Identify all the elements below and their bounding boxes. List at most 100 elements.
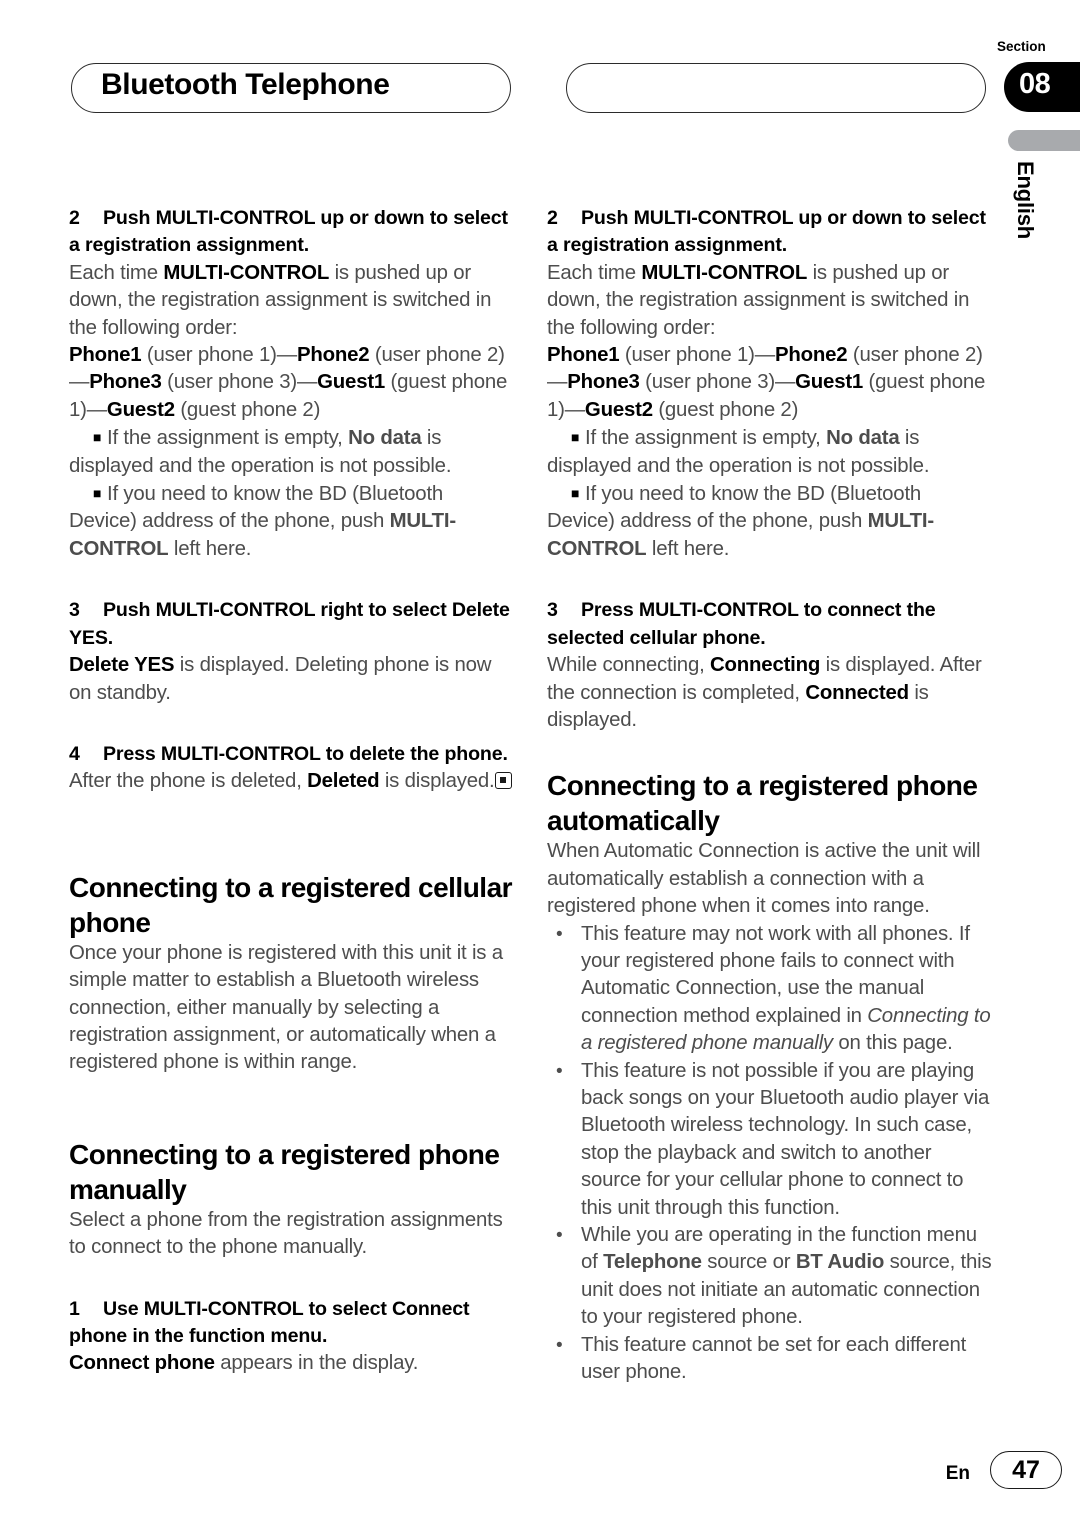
right-step-2-heading-text: Push MULTI-CONTROL up or down to select … xyxy=(547,207,986,257)
page-footer: En 47 xyxy=(0,1439,1080,1529)
section-label: Section xyxy=(997,39,1046,54)
left-order-guest2: Guest2 xyxy=(106,398,175,421)
right-step-2-body-a: Each time xyxy=(547,261,642,284)
left-step-4-heading: 4 Press MULTI-CONTROL to delete the phone… xyxy=(69,741,516,768)
page-header: Bluetooth Telephone Section 08 English xyxy=(0,0,1080,239)
round-bullet-icon: • xyxy=(556,1225,563,1246)
right-note-1-bold: No data xyxy=(826,427,900,450)
left-order-phone2: Phone2 xyxy=(296,344,370,367)
right-note-2-a: If you need to know the BD (Bluetooth De… xyxy=(547,483,922,533)
left-heading-manually: Connecting to a registered phone manuall… xyxy=(69,1138,500,1205)
left-order-phone1: Phone1 xyxy=(69,344,142,367)
square-bullet-icon: ■ xyxy=(93,485,102,502)
right-order-phone3-desc: (user phone 3)— xyxy=(639,371,796,394)
right-order-guest2-desc: (guest phone 2) xyxy=(652,398,799,421)
left-step-3-heading-text: Push MULTI-CONTROL right to select Delet… xyxy=(69,599,510,649)
manual-page: Bluetooth Telephone Section 08 English 2… xyxy=(0,0,1080,1529)
right-bullet-2-text: This feature is not possible if you are … xyxy=(581,1059,990,1219)
left-step-1-heading: 1 Use MULTI-CONTROL to select Connect pho… xyxy=(69,1296,516,1351)
right-para-auto: When Automatic Connection is active the … xyxy=(547,840,981,918)
right-bullet-1: • This feature may not work with all phon… xyxy=(547,921,994,1058)
left-column: 2 Push MULTI-CONTROL up or down to select… xyxy=(69,205,516,1378)
right-step-2-body: Each time MULTI-CONTROL is pushed up or … xyxy=(547,260,994,342)
right-bullet-2: • This feature is not possible if you are… xyxy=(547,1058,994,1222)
left-step-4-body-c: is displayed. xyxy=(379,770,495,793)
right-order-guest2: Guest2 xyxy=(584,398,653,421)
square-bullet-icon: ■ xyxy=(571,429,580,446)
right-bullet-4-text: This feature cannot be set for each diff… xyxy=(581,1333,967,1384)
right-column: 2 Push MULTI-CONTROL up or down to select… xyxy=(547,205,994,1386)
left-step-4-heading-text: Press MULTI-CONTROL to delete the phone. xyxy=(103,742,508,765)
right-step-3-number: 3 xyxy=(547,599,558,622)
page-title: Bluetooth Telephone xyxy=(101,68,390,101)
left-order-phone1-desc: (user phone 1)— xyxy=(141,344,297,367)
left-para-registered: Once your phone is registered with this … xyxy=(69,941,503,1074)
square-bullet-icon: ■ xyxy=(571,485,580,502)
right-order-sequence: Phone1 (user phone 1)—Phone2 (user phone… xyxy=(547,342,994,424)
left-step-4-body-bold: Deleted xyxy=(307,770,380,793)
round-bullet-icon: • xyxy=(556,1060,563,1082)
right-step-3-body-bold-2: Connected xyxy=(805,681,909,704)
left-note-1-a: If the assignment is empty, xyxy=(107,427,349,450)
left-order-phone3-desc: (user phone 3)— xyxy=(161,371,318,394)
right-order-guest1: Guest1 xyxy=(795,371,864,394)
right-order-phone1: Phone1 xyxy=(547,344,620,367)
left-order-guest1: Guest1 xyxy=(317,371,386,394)
left-step-3-body: Delete YES is displayed. Deleting phone … xyxy=(69,652,516,707)
right-step-3-heading: 3 Press MULTI-CONTROL to connect the sele… xyxy=(547,597,994,652)
left-order-phone3: Phone3 xyxy=(89,371,162,394)
right-step-2-body-bold: MULTI-CONTROL xyxy=(641,261,808,284)
left-note-2: ■ If you need to know the BD (Bluetooth D… xyxy=(69,480,516,563)
right-bullet-3-bold-2: BT Audio xyxy=(795,1251,885,1274)
end-of-section-icon xyxy=(495,772,513,790)
footer-language-code: En xyxy=(945,1463,970,1484)
left-note-2-c: left here. xyxy=(168,537,252,560)
left-step-4-number: 4 xyxy=(69,742,80,765)
left-step-4-body: After the phone is deleted, Deleted is d… xyxy=(69,768,516,795)
right-heading-auto: Connecting to a registered phone automat… xyxy=(547,770,978,837)
left-step-4-body-a: After the phone is deleted, xyxy=(69,770,308,793)
right-bullet-1-b: on this page. xyxy=(832,1032,953,1055)
left-step-1-body-b: appears in the display. xyxy=(214,1352,419,1375)
right-note-2: ■ If you need to know the BD (Bluetooth D… xyxy=(547,480,994,563)
right-order-phone3: Phone3 xyxy=(567,371,640,394)
left-order-sequence: Phone1 (user phone 1)—Phone2 (user phone… xyxy=(69,342,516,424)
right-step-3-body: While connecting, Connecting is displaye… xyxy=(547,652,994,734)
left-step-3-heading: 3 Push MULTI-CONTROL right to select Dele… xyxy=(69,597,516,652)
left-heading-registered-cellular: Connecting to a registered cellular phon… xyxy=(69,871,513,938)
left-step-2-heading: 2 Push MULTI-CONTROL up or down to select… xyxy=(69,205,516,260)
section-number: 08 xyxy=(1019,68,1051,100)
right-bullet-3-bold-1: Telephone xyxy=(603,1251,702,1274)
right-note-1: ■ If the assignment is empty, No data is … xyxy=(547,424,994,480)
square-bullet-icon: ■ xyxy=(93,429,102,446)
right-bullet-3-c: source or xyxy=(701,1251,796,1274)
right-step-3-heading-text: Press MULTI-CONTROL to connect the selec… xyxy=(547,599,936,649)
right-order-phone1-desc: (user phone 1)— xyxy=(619,344,775,367)
left-step-2-heading-text: Push MULTI-CONTROL up or down to select … xyxy=(69,207,508,257)
left-order-guest2-desc: (guest phone 2) xyxy=(174,398,321,421)
left-step-2-body-a: Each time xyxy=(69,261,164,284)
round-bullet-icon: • xyxy=(556,1334,563,1356)
left-step-1-body: Connect phone appears in the display. xyxy=(69,1350,516,1377)
left-step-1-number: 1 xyxy=(69,1297,80,1320)
left-step-2-number: 2 xyxy=(69,207,80,229)
right-note-1-a: If the assignment is empty, xyxy=(585,427,827,450)
right-note-2-c: left here. xyxy=(646,537,730,560)
right-bullet-3: • While you are operating in the function… xyxy=(547,1222,994,1332)
left-step-2-body: Each time MULTI-CONTROL is pushed up or … xyxy=(69,260,516,342)
right-step-3-body-a: While connecting, xyxy=(547,654,711,677)
left-step-1-body-bold: Connect phone xyxy=(69,1352,215,1375)
language-bar xyxy=(1008,130,1080,151)
right-step-2-heading: 2 Push MULTI-CONTROL up or down to select… xyxy=(547,205,994,260)
left-note-1-bold: No data xyxy=(348,427,422,450)
right-step-2-number: 2 xyxy=(547,207,558,229)
left-step-3-number: 3 xyxy=(69,599,80,622)
page-number: 47 xyxy=(1012,1456,1040,1484)
right-order-phone2: Phone2 xyxy=(774,344,848,367)
